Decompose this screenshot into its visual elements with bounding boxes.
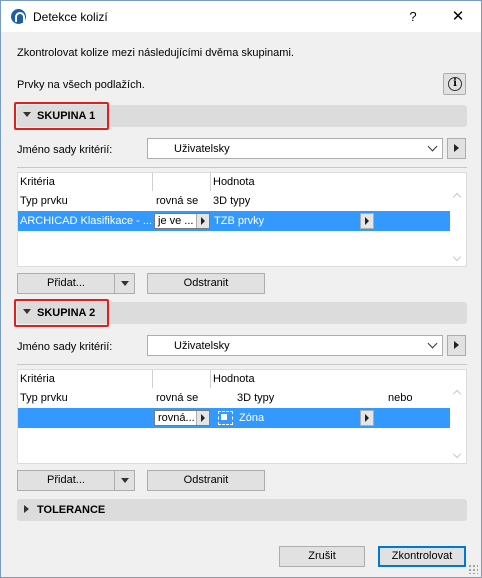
group2-remove-button[interactable]: Odstranit xyxy=(147,470,265,491)
group2-operator-dropdown[interactable]: rovná... xyxy=(154,410,210,426)
column-criteria: Kritéria xyxy=(20,373,55,385)
collapsed-triangle-icon xyxy=(24,505,29,513)
divider xyxy=(17,167,467,168)
row-logic: nebo xyxy=(388,392,413,404)
window-title: Detekce kolizí xyxy=(33,10,108,24)
group2-add-button[interactable]: Přidat... xyxy=(18,471,114,490)
row-criterion: Typ prvku xyxy=(20,195,68,207)
group2-row-selected[interactable]: rovná... Zóna xyxy=(18,408,450,428)
column-separator xyxy=(152,173,153,191)
scroll-up-icon[interactable] xyxy=(452,389,462,399)
group1-remove-button[interactable]: Odstranit xyxy=(147,273,265,294)
tolerance-section-header[interactable]: TOLERANCE xyxy=(17,499,467,521)
collision-detection-dialog: Detekce kolizí ? ✕ Zkontrolovat kolize m… xyxy=(0,0,482,578)
group2-list-scrollbar[interactable] xyxy=(450,370,466,463)
split-separator xyxy=(114,471,115,490)
group1-criteria-set-select[interactable]: Uživatelsky xyxy=(147,138,443,159)
group2-list-header: Kritéria Hodnota xyxy=(18,370,452,388)
group2-value-picker-button[interactable] xyxy=(360,410,374,426)
split-separator xyxy=(114,274,115,293)
resize-grip-icon[interactable] xyxy=(468,564,478,574)
column-separator xyxy=(152,370,153,388)
group2-highlight xyxy=(14,299,109,327)
group1-criteria-set-label: Jméno sady kritérií: xyxy=(17,144,113,156)
group1-criteria-list[interactable]: Kritéria Hodnota Typ prvku rovná se 3D t… xyxy=(17,172,467,267)
row-value: TZB prvky xyxy=(214,215,265,227)
scroll-up-icon[interactable] xyxy=(452,192,462,202)
group1-criteria-set-value: Uživatelsky xyxy=(174,143,230,155)
group1-list-scrollbar[interactable] xyxy=(450,173,466,266)
group2-add-split-button[interactable]: Přidat... xyxy=(17,470,135,491)
group2-row-element-type[interactable]: Typ prvku rovná se 3D typy nebo xyxy=(18,388,450,408)
scroll-down-icon[interactable] xyxy=(452,449,462,459)
row-value: 3D typy xyxy=(237,392,275,404)
archicad-logo-icon xyxy=(11,9,26,24)
row-criterion: ARCHICAD Klasifikace - ... xyxy=(20,215,153,227)
row-value: Zóna xyxy=(239,412,265,424)
close-button[interactable]: ✕ xyxy=(445,6,471,28)
group2-criteria-set-select[interactable]: Uživatelsky xyxy=(147,335,443,356)
column-separator xyxy=(210,173,211,191)
tolerance-title: TOLERANCE xyxy=(37,504,106,516)
arrow-right-icon xyxy=(196,411,209,425)
group2-criteria-list[interactable]: Kritéria Hodnota Typ prvku rovná se 3D t… xyxy=(17,369,467,464)
row-operator: rovná se xyxy=(156,392,199,404)
group1-add-button[interactable]: Přidat... xyxy=(18,274,114,293)
zone-icon xyxy=(218,411,233,425)
chevron-down-icon xyxy=(427,141,438,152)
arrow-right-icon xyxy=(196,214,209,228)
group1-add-split-button[interactable]: Přidat... xyxy=(17,273,135,294)
group2-criteria-set-value: Uživatelsky xyxy=(174,340,230,352)
info-icon: i xyxy=(448,77,462,91)
group1-operator-dropdown[interactable]: je ve ... xyxy=(154,213,210,229)
group1-value-picker-button[interactable] xyxy=(360,213,374,229)
group1-row-element-type[interactable]: Typ prvku rovná se 3D typy xyxy=(18,191,450,211)
group2-criteria-set-menu-button[interactable] xyxy=(447,335,466,356)
info-button[interactable]: i xyxy=(443,73,466,95)
operator-value: rovná... xyxy=(158,412,195,424)
column-value: Hodnota xyxy=(213,373,255,385)
dropdown-arrow-icon[interactable] xyxy=(121,281,129,286)
group2-criteria-set-label: Jméno sady kritérií: xyxy=(17,341,113,353)
scope-text: Prvky na všech podlažích. xyxy=(17,79,145,91)
column-criteria: Kritéria xyxy=(20,176,55,188)
dropdown-arrow-icon[interactable] xyxy=(121,478,129,483)
group1-row-selected[interactable]: ARCHICAD Klasifikace - ... je ve ... TZB… xyxy=(18,211,450,231)
column-separator xyxy=(210,370,211,388)
row-value: 3D typy xyxy=(213,195,251,207)
help-button[interactable]: ? xyxy=(401,6,425,28)
column-value: Hodnota xyxy=(213,176,255,188)
intro-description: Zkontrolovat kolize mezi následujícími d… xyxy=(17,47,294,59)
row-operator: rovná se xyxy=(156,195,199,207)
check-button[interactable]: Zkontrolovat xyxy=(378,546,466,567)
group1-list-header: Kritéria Hodnota xyxy=(18,173,452,191)
divider xyxy=(17,364,467,365)
group1-highlight xyxy=(14,102,109,130)
title-bar[interactable]: Detekce kolizí ? ✕ xyxy=(1,1,481,32)
group1-criteria-set-menu-button[interactable] xyxy=(447,138,466,159)
scroll-down-icon[interactable] xyxy=(452,252,462,262)
row-criterion: Typ prvku xyxy=(20,392,68,404)
cancel-button[interactable]: Zrušit xyxy=(279,546,365,567)
chevron-down-icon xyxy=(427,338,438,349)
operator-value: je ve ... xyxy=(158,215,194,227)
